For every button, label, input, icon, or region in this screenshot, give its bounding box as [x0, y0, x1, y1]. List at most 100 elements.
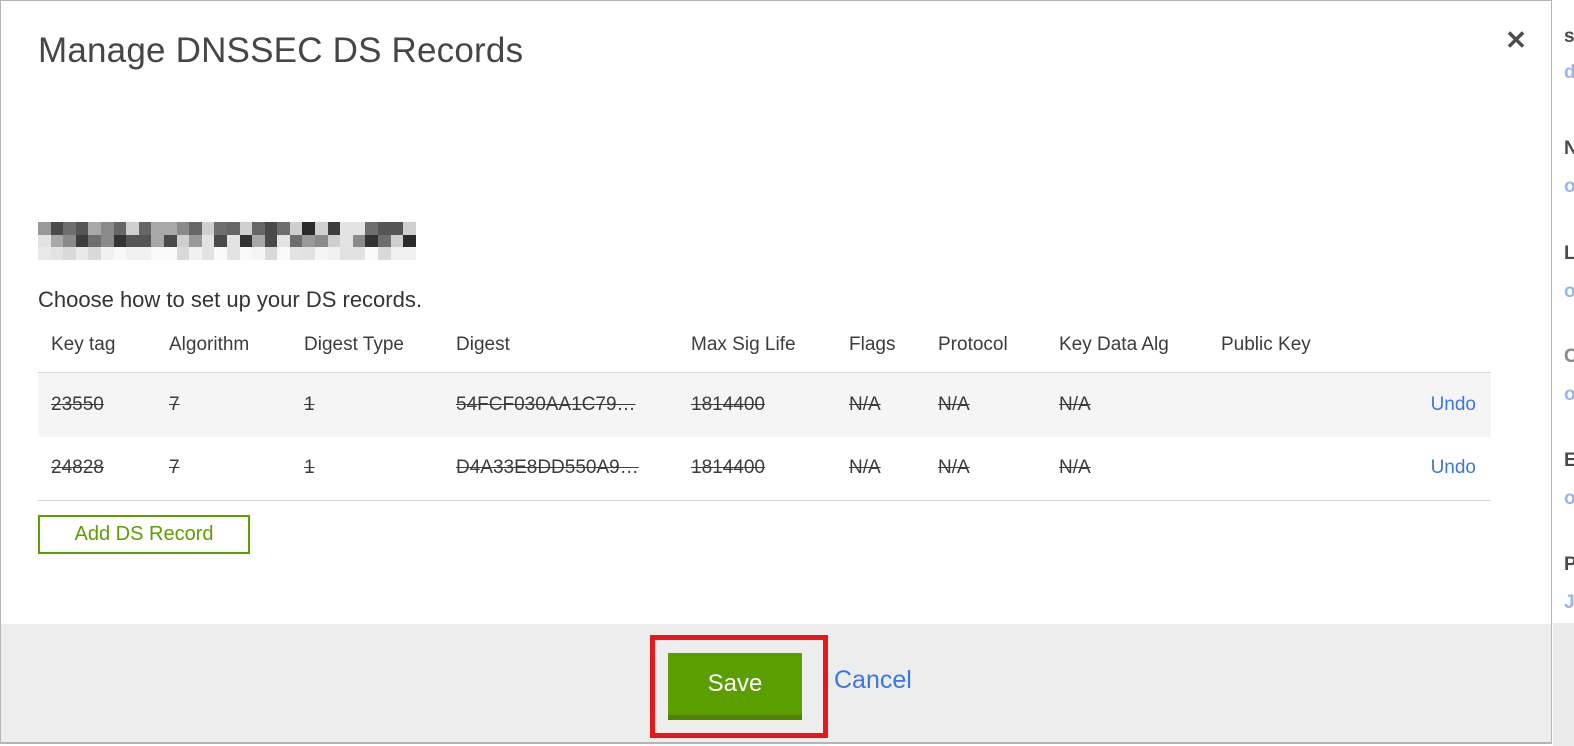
- cell-key-data-alg: N/A: [1046, 372, 1208, 437]
- redacted-pixel: [201, 234, 215, 248]
- redacted-pixel: [390, 222, 404, 235]
- redacted-pixel: [239, 247, 253, 260]
- redacted-pixel: [277, 247, 290, 260]
- redacted-pixel: [75, 234, 89, 248]
- cell-flags: N/A: [836, 436, 925, 501]
- sliver-text-fragment: o: [1564, 488, 1574, 509]
- redacted-pixel: [390, 247, 404, 260]
- redacted-pixel: [50, 247, 64, 260]
- sliver-text-fragment: L: [1564, 243, 1574, 264]
- background-page-sliver-gray: [1553, 623, 1574, 746]
- redacted-pixel: [113, 222, 127, 235]
- cell-digest: D4A33E8DD550A9…: [443, 436, 678, 501]
- redacted-pixel: [163, 234, 177, 248]
- red-highlight-annotation: Save: [650, 635, 828, 738]
- page-title: Manage DNSSEC DS Records: [38, 31, 524, 70]
- col-header-protocol: Protocol: [925, 331, 1046, 373]
- redacted-pixel: [403, 247, 416, 260]
- sliver-text-fragment: J: [1564, 592, 1574, 613]
- redacted-pixel: [340, 222, 353, 235]
- sliver-text-fragment: E: [1564, 450, 1574, 471]
- redacted-pixel: [201, 247, 215, 260]
- redacted-pixel: [315, 247, 328, 260]
- redacted-pixel: [50, 234, 64, 248]
- col-header-algorithm: Algorithm: [156, 331, 291, 373]
- col-header-max-sig-life: Max Sig Life: [678, 331, 836, 373]
- redacted-pixel: [340, 234, 353, 248]
- redacted-pixel: [138, 247, 152, 260]
- redacted-pixel: [75, 247, 89, 260]
- cell-action: Undo: [1407, 436, 1491, 501]
- redacted-pixel: [403, 234, 416, 248]
- redacted-pixel: [75, 222, 89, 235]
- redacted-pixel: [226, 222, 240, 235]
- redacted-pixel: [252, 234, 265, 248]
- redacted-pixel: [138, 234, 152, 248]
- redacted-pixel: [315, 234, 328, 248]
- sliver-text-fragment: P: [1564, 554, 1574, 575]
- ds-records-table: Key tag Algorithm Digest Type Digest Max…: [38, 331, 1491, 501]
- cell-digest: 54FCF030AA1C79…: [443, 372, 678, 437]
- redacted-pixel: [214, 247, 227, 260]
- redacted-pixel: [113, 234, 127, 248]
- redacted-pixel: [163, 222, 177, 235]
- cell-max-sig-life: 1814400: [678, 372, 836, 437]
- redacted-pixel: [289, 247, 303, 260]
- save-button[interactable]: Save: [668, 653, 802, 720]
- redacted-pixel: [151, 247, 164, 260]
- redacted-pixel: [113, 247, 127, 260]
- redacted-pixel: [340, 247, 353, 260]
- redacted-pixel: [378, 247, 391, 260]
- redacted-pixel: [38, 222, 51, 235]
- col-header-digest-type: Digest Type: [291, 331, 443, 373]
- col-header-flags: Flags: [836, 331, 925, 373]
- redacted-pixel: [176, 234, 190, 248]
- redacted-pixel: [239, 222, 253, 235]
- redacted-pixel: [226, 234, 240, 248]
- redacted-pixel: [126, 247, 139, 260]
- redacted-pixel: [264, 234, 278, 248]
- redacted-pixel: [327, 234, 341, 248]
- cancel-link[interactable]: Cancel: [834, 666, 912, 695]
- redacted-pixel: [327, 247, 341, 260]
- redacted-pixel: [365, 247, 379, 260]
- sliver-text-fragment: C: [1564, 346, 1574, 367]
- redacted-pixel: [63, 222, 76, 235]
- cell-flags: N/A: [836, 372, 925, 437]
- sliver-text-fragment: o: [1564, 281, 1574, 302]
- redacted-pixel: [378, 222, 391, 235]
- redacted-pixel: [50, 222, 64, 235]
- sliver-text-fragment: o: [1564, 384, 1574, 405]
- undo-link[interactable]: Undo: [1431, 457, 1476, 478]
- redacted-pixel: [226, 247, 240, 260]
- sliver-text-fragment: o: [1564, 176, 1574, 197]
- close-icon[interactable]: ✕: [1499, 23, 1533, 57]
- redacted-pixel: [327, 222, 341, 235]
- redacted-pixel: [352, 234, 366, 248]
- cell-action: Undo: [1407, 372, 1491, 437]
- add-ds-record-button[interactable]: Add DS Record: [38, 515, 250, 554]
- redacted-pixel: [277, 234, 290, 248]
- redacted-pixel: [302, 247, 316, 260]
- cell-max-sig-life: 1814400: [678, 436, 836, 501]
- redacted-pixel: [302, 234, 316, 248]
- redacted-pixel: [352, 247, 366, 260]
- redacted-pixel: [201, 222, 215, 235]
- cell-algorithm: 7: [156, 372, 291, 437]
- redacted-pixel: [289, 234, 303, 248]
- sliver-text-fragment: s: [1564, 26, 1574, 47]
- cell-digest-type: 1: [291, 436, 443, 501]
- redacted-pixel: [88, 247, 101, 260]
- dnssec-modal: Manage DNSSEC DS Records ✕ Choose how to…: [0, 0, 1552, 744]
- redacted-pixel: [214, 222, 227, 235]
- redacted-pixel: [289, 222, 303, 235]
- undo-link[interactable]: Undo: [1431, 394, 1476, 415]
- col-header-digest: Digest: [443, 331, 678, 373]
- cell-key-tag: 23550: [38, 372, 156, 437]
- redacted-pixel: [151, 234, 164, 248]
- redacted-pixel: [315, 222, 328, 235]
- sliver-text-fragment: d: [1564, 62, 1574, 83]
- redacted-pixel: [252, 247, 265, 260]
- redacted-pixel: [100, 222, 114, 235]
- redacted-pixel: [100, 234, 114, 248]
